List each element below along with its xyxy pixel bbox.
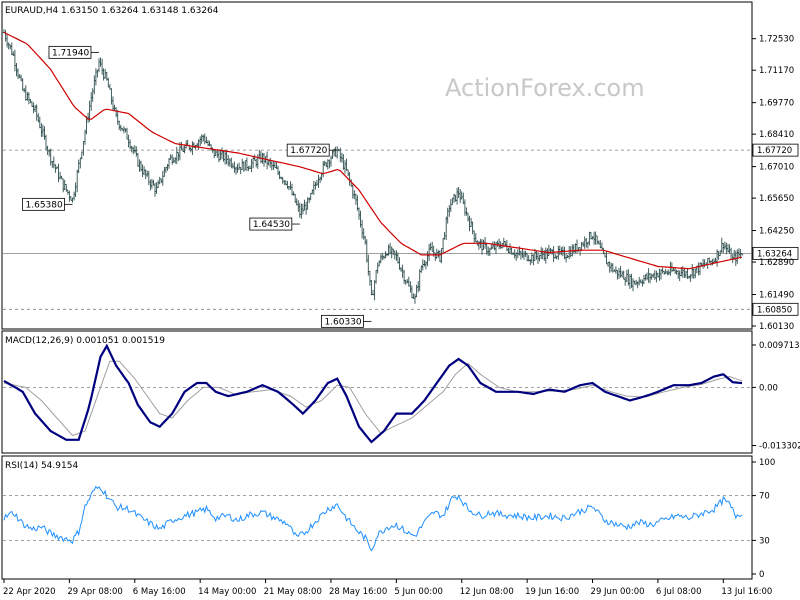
time-tick-label: 29 Apr 08:00 [67, 587, 122, 597]
swing-label: 1.67720 [290, 146, 327, 156]
price-tick-label: 1.64250 [759, 227, 794, 237]
macd-tick-label: -0.013302 [759, 442, 800, 452]
time-tick-label: 14 May 00:00 [198, 587, 256, 597]
price-tick-label: 1.62890 [759, 258, 794, 268]
price-tick-label: 1.65650 [759, 194, 794, 204]
macd-axis: 0.009713 0.00 -0.013302 [752, 341, 800, 452]
rsi-tick-label: 0 [759, 570, 764, 580]
time-tick-label: 28 May 16:00 [329, 587, 387, 597]
price-tick-label: 1.71170 [759, 66, 794, 76]
price-axis: 1.72530 1.71170 1.69770 1.68410 1.67010 1.656… [752, 35, 794, 332]
price-tick-label: 1.67010 [759, 163, 794, 173]
price-tick-label: 1.68410 [759, 130, 794, 140]
macd-tick-label: 0.00 [759, 383, 778, 393]
rsi-tick-label: 70 [759, 492, 770, 502]
time-tick-label: 12 Jun 08:00 [460, 587, 514, 597]
time-axis: 22 Apr 2020 29 Apr 08:00 6 May 16:00 14 May… [3, 579, 772, 597]
rsi-tick-label: 30 [759, 536, 770, 546]
price-panel-title: EURAUD,H4 1.63150 1.63264 1.63148 1.6326… [5, 6, 219, 16]
price-tick-label: 1.61490 [759, 290, 794, 300]
macd-panel-title: MACD(12,26,9) 0.001051 0.001519 [5, 336, 165, 346]
watermark: ActionForex.com [445, 74, 645, 102]
swing-label: 1.60330 [324, 317, 361, 327]
time-tick-label: 13 Jul 16:00 [721, 587, 772, 597]
rsi-tick-label: 100 [759, 458, 775, 468]
price-tick-label: 1.60130 [759, 322, 794, 332]
price-tick-label: 1.69770 [759, 99, 794, 109]
price-tick-label: 1.72530 [759, 35, 794, 45]
time-tick-label: 21 May 08:00 [264, 587, 322, 597]
swing-label: 1.71940 [52, 48, 89, 58]
rsi-panel-title: RSI(14) 54.9154 [5, 461, 78, 471]
time-tick-label: 6 May 16:00 [133, 587, 186, 597]
swing-label: 1.65380 [26, 200, 63, 210]
price-level-tag-label: 1.67720 [757, 146, 792, 156]
swing-label: 1.64530 [253, 220, 290, 230]
time-tick-label: 22 Apr 2020 [3, 587, 56, 597]
time-tick-label: 5 Jun 00:00 [394, 587, 443, 597]
macd-tick-label: 0.009713 [759, 341, 800, 351]
price-level-tag-label: 1.60850 [757, 305, 792, 315]
time-tick-label: 19 Jun 16:00 [525, 587, 579, 597]
forex-chart: ActionForex.com 1.677201.608501.63264 1.… [1, 1, 800, 597]
rsi-panel-frame [1, 455, 753, 580]
time-tick-label: 6 Jul 08:00 [656, 587, 702, 597]
time-tick-label: 29 Jun 00:00 [591, 587, 645, 597]
macd-panel-frame [1, 330, 753, 454]
